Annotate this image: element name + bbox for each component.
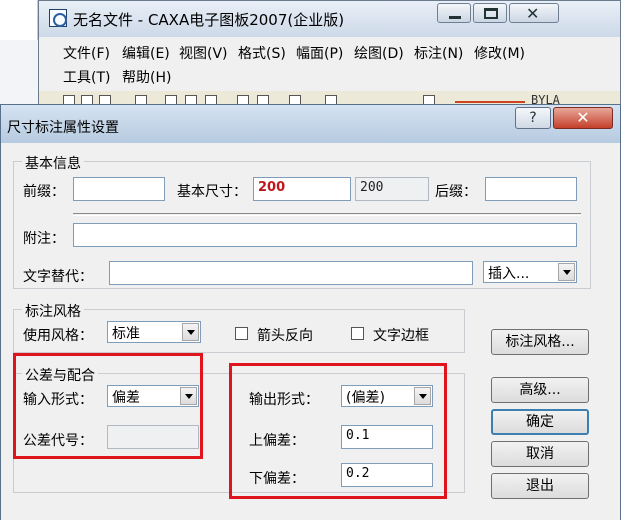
text-replace-label: 文字替代： (23, 269, 93, 285)
dimension-style-button[interactable]: 标注风格... (491, 329, 589, 355)
line-color-sample (455, 101, 525, 103)
ok-button[interactable]: 确定 (491, 409, 589, 435)
suffix-label: 后缀： (435, 184, 477, 200)
main-close-button[interactable]: ✕ (509, 3, 559, 23)
chevron-down-icon (182, 323, 199, 341)
highlight-box-input (13, 353, 203, 459)
exit-button[interactable]: 退出 (491, 473, 589, 499)
cancel-button[interactable]: 取消 (491, 441, 589, 467)
use-style-select[interactable]: 标准 (107, 321, 201, 343)
dimension-properties-dialog: 尺寸标注属性设置 ? ✕ 基本信息 前缀： 基本尺寸： 200 200 后缀： … (0, 104, 621, 520)
main-title-bar: 无名文件 - CAXA电子图板2007(企业版) ✕ (39, 1, 620, 37)
arrow-reverse-label: 箭头反向 (257, 328, 313, 344)
highlight-box-output (229, 363, 447, 499)
use-style-value: 标准 (112, 326, 140, 342)
close-icon: ✕ (526, 4, 540, 23)
menu-help[interactable]: 帮助(H) (122, 67, 171, 87)
menu-modify[interactable]: 修改(M) (474, 43, 525, 63)
note-input[interactable] (73, 223, 577, 247)
dialog-body: 基本信息 前缀： 基本尺寸： 200 200 后缀： 附注： 文字替代： 插入.… (1, 143, 620, 520)
dialog-title-bar: 尺寸标注属性设置 ? ✕ (1, 105, 620, 143)
note-label: 附注： (23, 231, 65, 247)
base-size-measured: 200 (355, 177, 429, 201)
maximize-button[interactable] (473, 3, 507, 23)
menu-dimension[interactable]: 标注(N) (414, 43, 463, 63)
question-icon: ? (529, 110, 537, 126)
base-size-label: 基本尺寸： (177, 184, 247, 200)
advanced-button[interactable]: 高级... (491, 377, 589, 403)
chevron-down-icon (558, 263, 575, 281)
menu-bar: 文件(F) 编辑(E) 视图(V) 格式(S) 幅面(P) 绘图(D) 标注(N… (39, 37, 620, 91)
arrow-reverse-checkbox[interactable] (235, 327, 248, 340)
caxa-app-icon (49, 9, 67, 27)
menu-edit[interactable]: 编辑(E) (122, 43, 170, 63)
menu-sheet[interactable]: 幅面(P) (296, 43, 343, 63)
text-border-checkbox[interactable] (351, 327, 364, 340)
text-replace-input[interactable] (109, 261, 473, 285)
close-icon: ✕ (576, 108, 590, 127)
maximize-icon (484, 8, 498, 19)
insert-dropdown-label: 插入... (488, 266, 530, 282)
suffix-input[interactable] (485, 177, 577, 201)
menu-draw[interactable]: 绘图(D) (354, 43, 404, 63)
dimension-style-group-label: 标注风格 (22, 301, 84, 321)
menu-tools[interactable]: 工具(T) (63, 67, 110, 87)
menu-format[interactable]: 格式(S) (238, 43, 286, 63)
prefix-label: 前缀： (23, 184, 65, 200)
menu-view[interactable]: 视图(V) (179, 43, 228, 63)
menu-file[interactable]: 文件(F) (63, 43, 110, 63)
insert-dropdown[interactable]: 插入... (483, 261, 577, 283)
main-window-title: 无名文件 - CAXA电子图板2007(企业版) (73, 11, 345, 29)
left-pane (0, 0, 38, 40)
base-size-input[interactable]: 200 (253, 177, 351, 201)
prefix-input[interactable] (73, 177, 165, 201)
dialog-close-button[interactable]: ✕ (553, 107, 613, 129)
dialog-help-button[interactable]: ? (515, 107, 551, 129)
separator-line (73, 213, 581, 216)
dialog-title: 尺寸标注属性设置 (7, 120, 119, 136)
basic-info-group-label: 基本信息 (22, 153, 84, 173)
text-border-label: 文字边框 (373, 328, 429, 344)
use-style-label: 使用风格： (23, 328, 93, 344)
minimize-button[interactable] (437, 3, 471, 23)
minimize-icon (449, 16, 461, 19)
